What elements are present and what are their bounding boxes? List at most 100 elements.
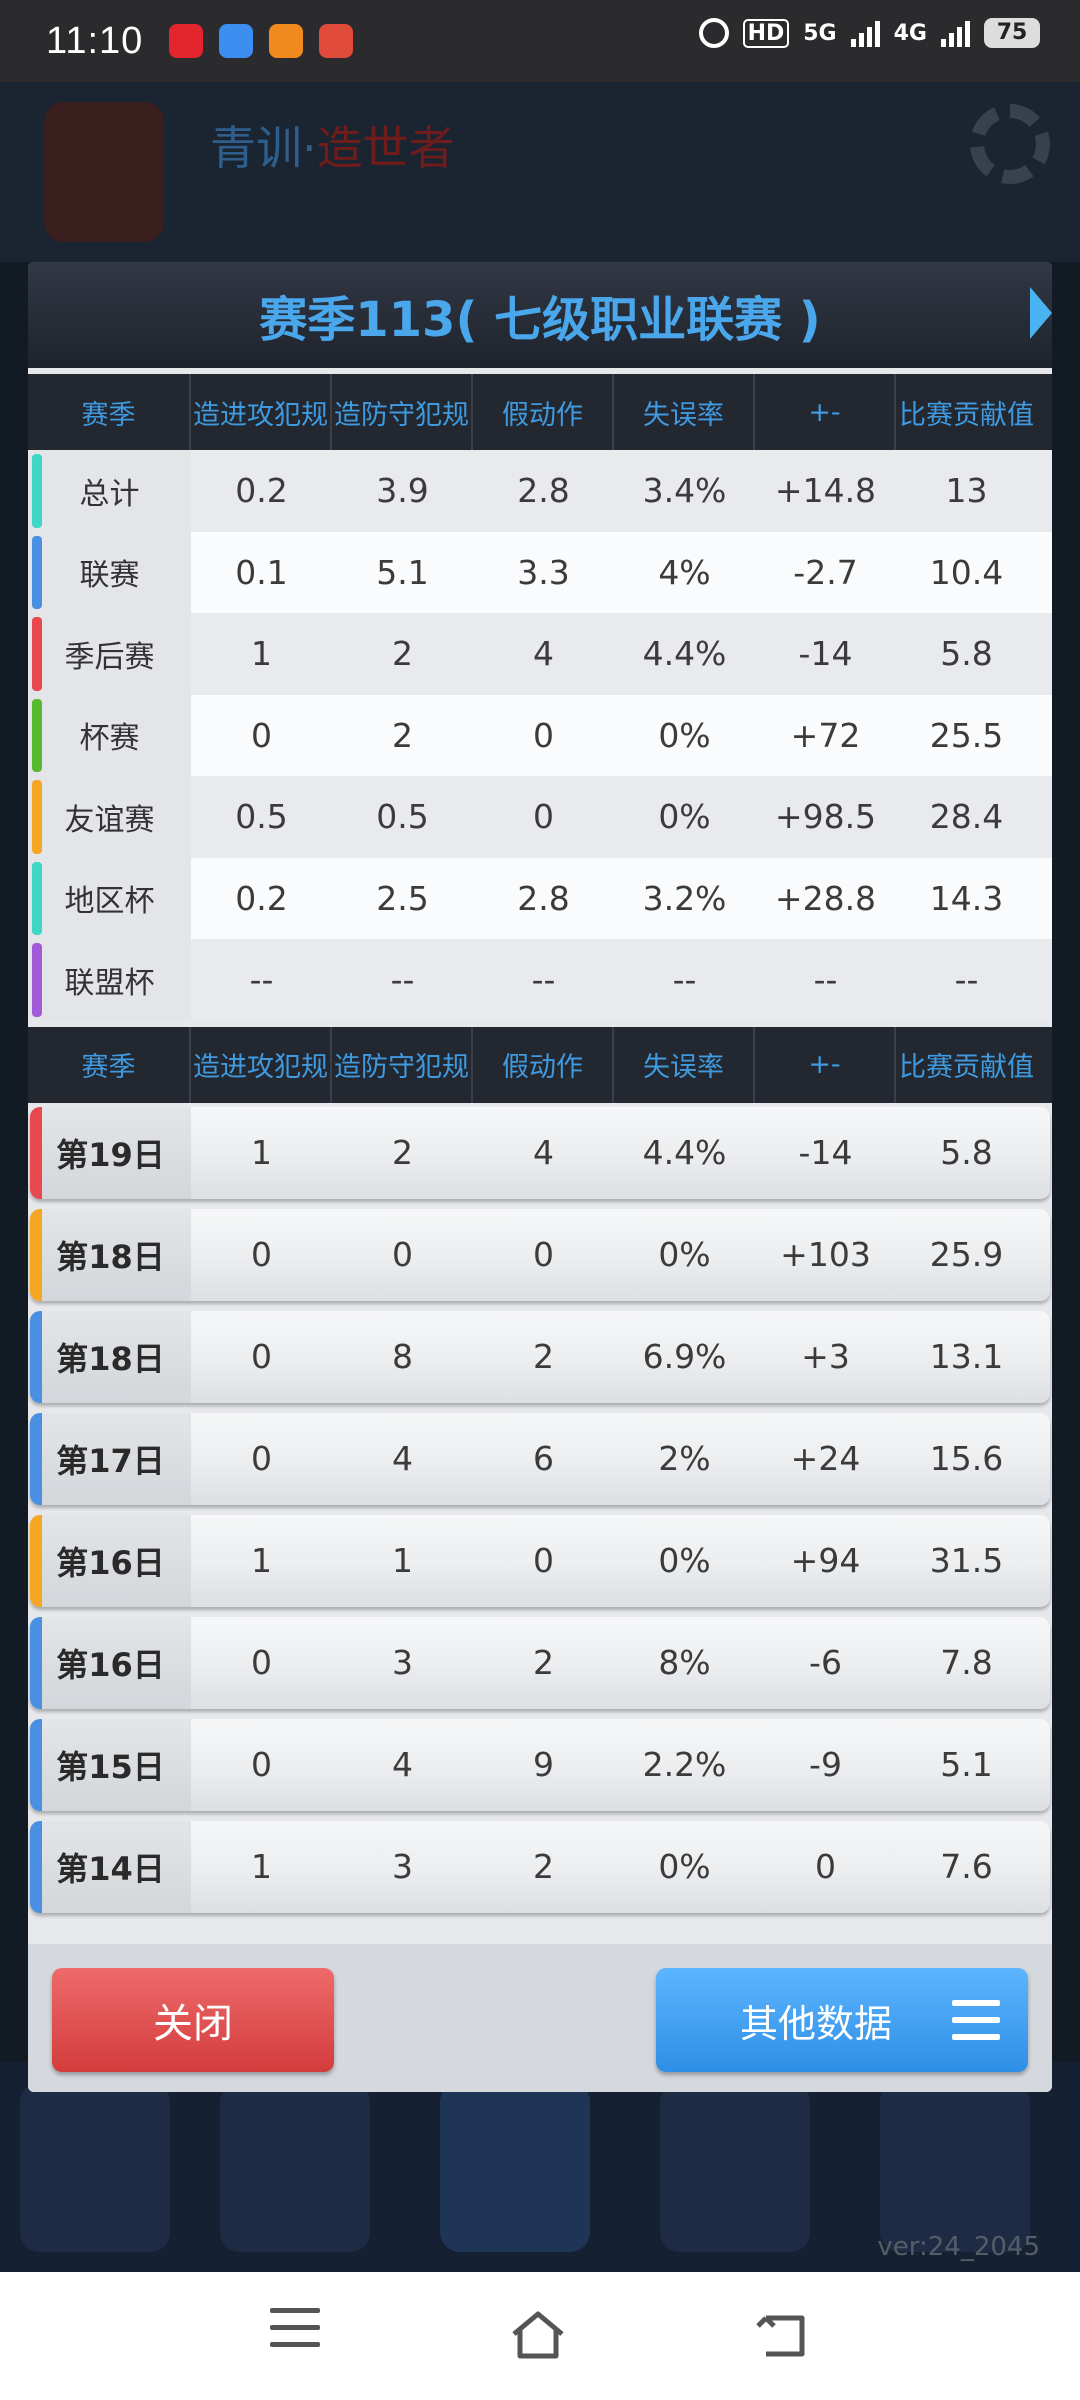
bg-nav-item [660, 2082, 810, 2252]
table-cell: 0% [658, 1847, 711, 1886]
table-cell: +28.8 [774, 878, 877, 918]
table-cell: 14.3 [929, 878, 1004, 918]
game-row[interactable]: 第15日 0 4 9 2.2% -9 5.1 [30, 1718, 1050, 1811]
next-season-arrow-icon[interactable] [1030, 287, 1052, 339]
table-cell: 1 [392, 1541, 413, 1580]
game-type-color-bar [30, 1820, 42, 1913]
summary-row-friendly: 友谊赛 0.5 0.5 0 0% +98.5 28.4 [28, 776, 1052, 858]
col-header-contribution: 比赛贡献值 [899, 1052, 1034, 1083]
col-header-contribution: 比赛贡献值 [899, 399, 1034, 431]
table-cell: 2.8 [517, 878, 570, 918]
table-cell: 8 [392, 1337, 413, 1376]
notification-icons [169, 24, 354, 58]
game-row[interactable]: 第14日 1 3 2 0% 0 7.6 [30, 1820, 1050, 1913]
table-cell: 5.8 [940, 1133, 993, 1172]
table-cell: 3 [392, 1847, 413, 1886]
game-type-color-bar [30, 1310, 42, 1403]
network-5g-label: 5G [803, 20, 837, 46]
col-header-offensive-fouls: 造进攻犯规 [191, 374, 332, 450]
status-time: 11:10 [46, 19, 144, 62]
table-cell: +3 [801, 1337, 850, 1376]
row-label: 地区杯 [28, 857, 191, 939]
table-cell: 0 [251, 1337, 272, 1376]
table-cell: +14.8 [774, 471, 877, 511]
dialog-header: 赛季113( 七级职业联赛 ) [28, 262, 1052, 368]
table-cell: 13 [945, 471, 988, 511]
other-data-button[interactable]: 其他数据 [656, 1968, 1028, 2072]
table-cell: 0.1 [235, 552, 288, 592]
alarm-icon [698, 18, 729, 48]
game-day: 第14日 [30, 1820, 191, 1913]
table-cell: 7.8 [940, 1643, 993, 1682]
signal-icon-2 [941, 19, 970, 47]
home-icon[interactable] [508, 2308, 568, 2364]
table-cell: -- [249, 960, 274, 1000]
game-row[interactable]: 第18日 0 8 2 6.9% +3 13.1 [30, 1310, 1050, 1403]
table-cell: 0.2 [235, 878, 288, 918]
table-cell: -- [813, 960, 838, 1000]
table-cell: 2.2% [642, 1745, 727, 1784]
game-type-color-bar [30, 1616, 42, 1709]
game-row[interactable]: 第17日 0 4 6 2% +24 15.6 [30, 1412, 1050, 1505]
col-header-turnover-rate: 失误率 [614, 1026, 755, 1103]
table-cell: -2.7 [793, 552, 858, 592]
table-cell: 2 [533, 1337, 554, 1376]
weibo-icon [269, 24, 304, 58]
dialog-footer: 关闭 其他数据 [28, 1944, 1052, 2092]
table-cell: -6 [809, 1643, 842, 1682]
table-cell: 2 [392, 715, 413, 755]
table-cell: 6.9% [642, 1337, 727, 1376]
table-cell: 3.2% [642, 878, 727, 918]
table-cell: 3.3 [517, 552, 570, 592]
table-cell: 2% [658, 1439, 711, 1478]
game-row[interactable]: 第18日 0 0 0 0% +103 25.9 [30, 1208, 1050, 1301]
game-row[interactable]: 第19日 1 2 4 4.4% -14 5.8 [30, 1106, 1050, 1199]
news-icon [319, 24, 354, 58]
table-cell: 31.5 [929, 1541, 1004, 1580]
game-type-color-bar [30, 1718, 42, 1811]
game-row[interactable]: 第16日 0 3 2 8% -6 7.8 [30, 1616, 1050, 1709]
recent-apps-icon[interactable] [270, 2308, 320, 2364]
category-color-bar [32, 698, 42, 772]
table-cell: -- [954, 960, 979, 1000]
table-cell: 0 [533, 1541, 554, 1580]
back-icon[interactable] [752, 2308, 812, 2364]
col-header-offensive-fouls: 造进攻犯规 [191, 1026, 332, 1103]
col-header-season: 赛季 [28, 1026, 191, 1103]
game-day: 第18日 [30, 1208, 191, 1301]
table-cell: 0.5 [235, 797, 288, 837]
table-cell: 5.1 [376, 552, 429, 592]
game-type-color-bar [30, 1412, 42, 1505]
table-cell: 1 [251, 634, 272, 674]
col-header-fakes: 假动作 [473, 374, 614, 450]
game-day: 第16日 [30, 1616, 191, 1709]
row-label: 友谊赛 [28, 776, 191, 858]
table-cell: -- [531, 960, 556, 1000]
bg-title-part2: 造世者 [316, 121, 455, 175]
netease-music-icon [169, 24, 204, 58]
table-cell: 10.4 [929, 552, 1004, 592]
table-cell: +24 [790, 1439, 861, 1478]
close-button[interactable]: 关闭 [52, 1968, 334, 2072]
game-row[interactable]: 第16日 1 1 0 0% +94 31.5 [30, 1514, 1050, 1607]
table-cell: -14 [798, 1133, 853, 1172]
bg-nav-item [20, 2082, 170, 2252]
table-cell: 4.4% [642, 634, 727, 674]
summary-row-alliance-cup: 联盟杯 -- -- -- -- -- -- [28, 939, 1052, 1021]
summary-row-playoffs: 季后赛 1 2 4 4.4% -14 5.8 [28, 613, 1052, 695]
table-cell: 28.4 [929, 797, 1004, 837]
game-type-color-bar [30, 1514, 42, 1607]
category-color-bar [32, 617, 42, 691]
table-cell: 0 [251, 1745, 272, 1784]
table-cell: 2 [392, 634, 413, 674]
signal-icon [850, 19, 880, 47]
summary-table-header: 赛季 造进攻犯规 造防守犯规 假动作 失误率 +- 比赛贡献值 [28, 374, 1052, 450]
table-cell: 4 [533, 634, 554, 674]
table-cell: 0 [533, 1235, 554, 1274]
table-cell: -- [672, 960, 697, 1000]
table-cell: 4.4% [642, 1133, 727, 1172]
col-header-season: 赛季 [28, 374, 191, 450]
table-cell: 2.5 [376, 878, 429, 918]
row-label: 联盟杯 [28, 939, 191, 1021]
table-cell: 3.4% [642, 471, 727, 511]
